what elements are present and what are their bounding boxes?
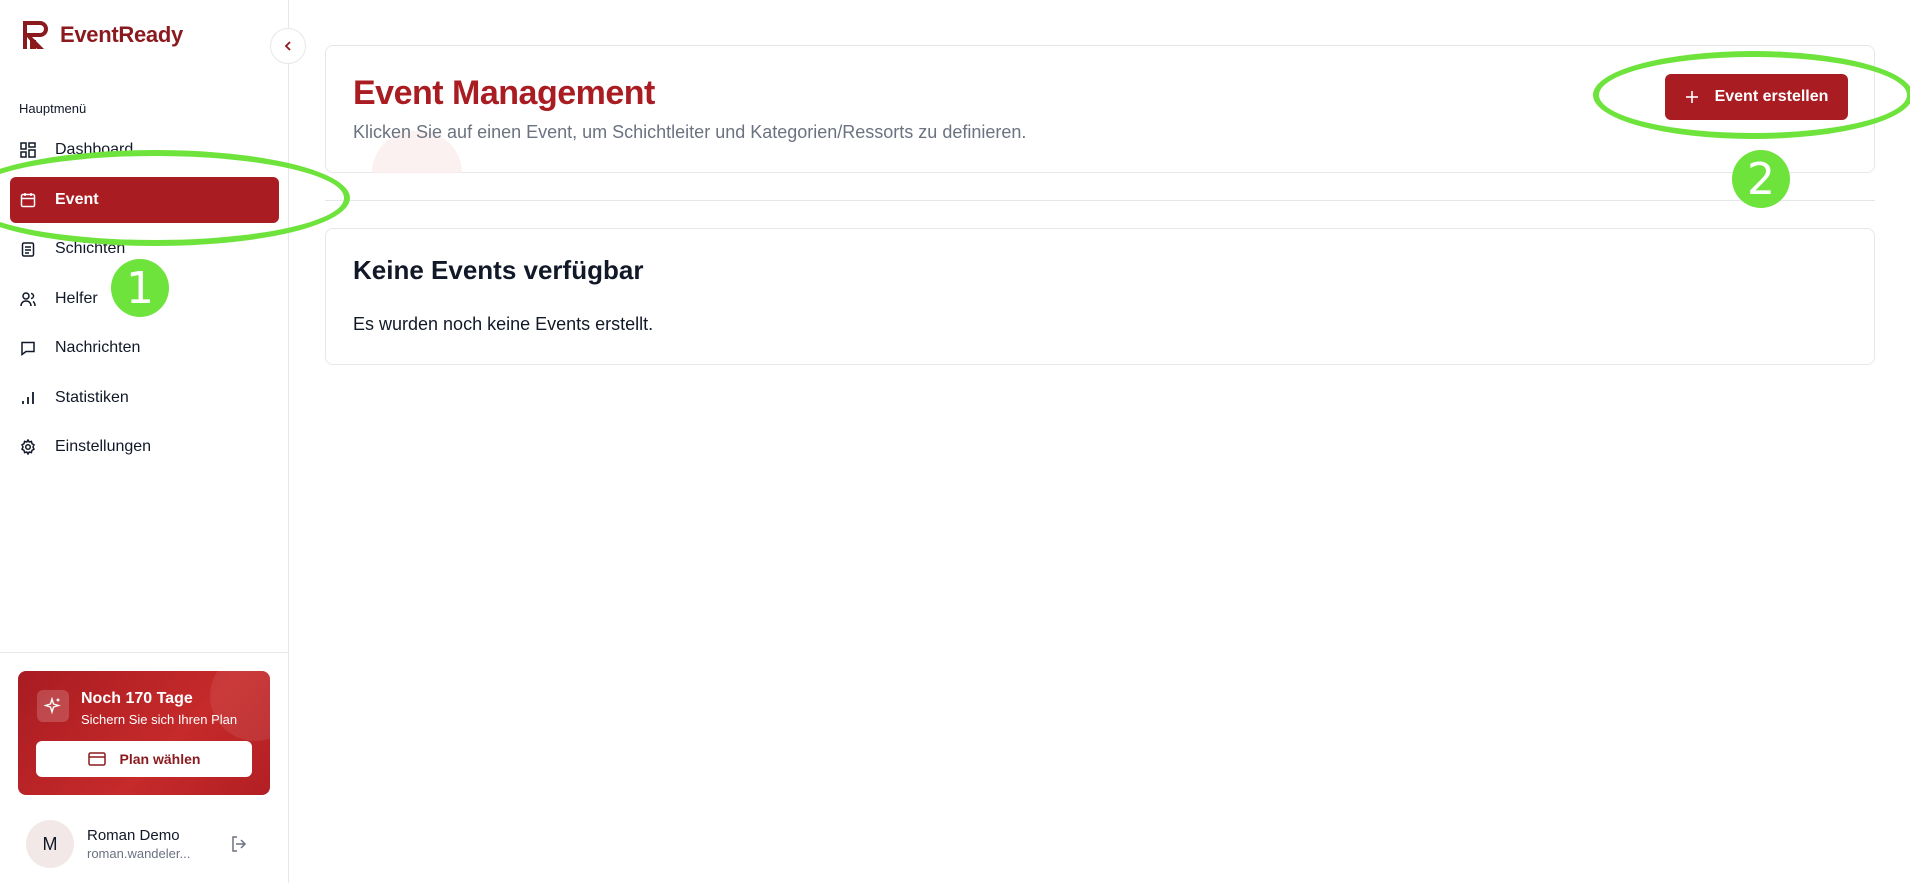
- divider: [325, 200, 1875, 201]
- sidebar-item-statistiken[interactable]: Statistiken: [10, 375, 279, 421]
- empty-state-text: Es wurden noch keine Events erstellt.: [353, 314, 654, 334]
- app-logo[interactable]: EventReady: [20, 18, 183, 52]
- sidebar-item-label: Helfer: [55, 289, 98, 307]
- choose-plan-label: Plan wählen: [119, 751, 201, 767]
- sidebar-item-label: Statistiken: [55, 388, 129, 406]
- page-title: Event Management: [353, 74, 655, 112]
- sidebar: EventReady Hauptmenü Dashboard Event Sch…: [0, 0, 289, 883]
- credit-card-icon: [87, 752, 106, 766]
- collapse-sidebar-button[interactable]: [270, 28, 306, 64]
- promo-subtitle: Sichern Sie sich Ihren Plan: [81, 712, 238, 727]
- annotation-ring-2: [1593, 51, 1910, 139]
- logout-icon[interactable]: [229, 834, 249, 854]
- user-name: Roman Demo: [87, 827, 180, 844]
- plan-promo-card: Noch 170 Tage Sichern Sie sich Ihren Pla…: [18, 671, 270, 795]
- annotation-badge-1: 1: [111, 259, 169, 317]
- bar-chart-icon: [19, 389, 37, 407]
- app-name: EventReady: [60, 22, 183, 47]
- message-icon: [19, 339, 37, 357]
- sidebar-item-label: Einstellungen: [55, 438, 152, 455]
- choose-plan-button[interactable]: Plan wählen: [36, 741, 252, 777]
- page-subtitle: Klicken Sie auf einen Event, um Schichtl…: [353, 122, 1027, 142]
- chevron-left-icon: [284, 41, 291, 51]
- sidebar-divider: [0, 652, 289, 653]
- user-email: roman.wandeler...: [87, 846, 191, 861]
- gear-icon: [19, 438, 37, 456]
- users-icon: [19, 290, 37, 308]
- promo-title: Noch 170 Tage: [81, 690, 193, 707]
- clipboard-icon: [19, 240, 37, 258]
- empty-state-card: Keine Events verfügbar Es wurden noch ke…: [325, 228, 1875, 365]
- sidebar-item-nachrichten[interactable]: Nachrichten: [10, 325, 279, 371]
- sparkles-icon: [37, 690, 69, 722]
- avatar: M: [26, 820, 74, 868]
- dashboard-icon: [19, 141, 37, 159]
- promo-decoration: [210, 671, 270, 741]
- logo-icon: [23, 21, 48, 49]
- empty-state-title: Keine Events verfügbar: [353, 255, 644, 285]
- user-profile[interactable]: M Roman Demo roman.wandeler...: [26, 820, 190, 868]
- annotation-badge-2: 2: [1732, 150, 1790, 208]
- sidebar-item-label: Nachrichten: [55, 339, 141, 356]
- sidebar-item-einstellungen[interactable]: Einstellungen: [10, 424, 279, 470]
- section-label: Hauptmenü: [19, 101, 87, 116]
- annotation-ring-1: [0, 150, 350, 246]
